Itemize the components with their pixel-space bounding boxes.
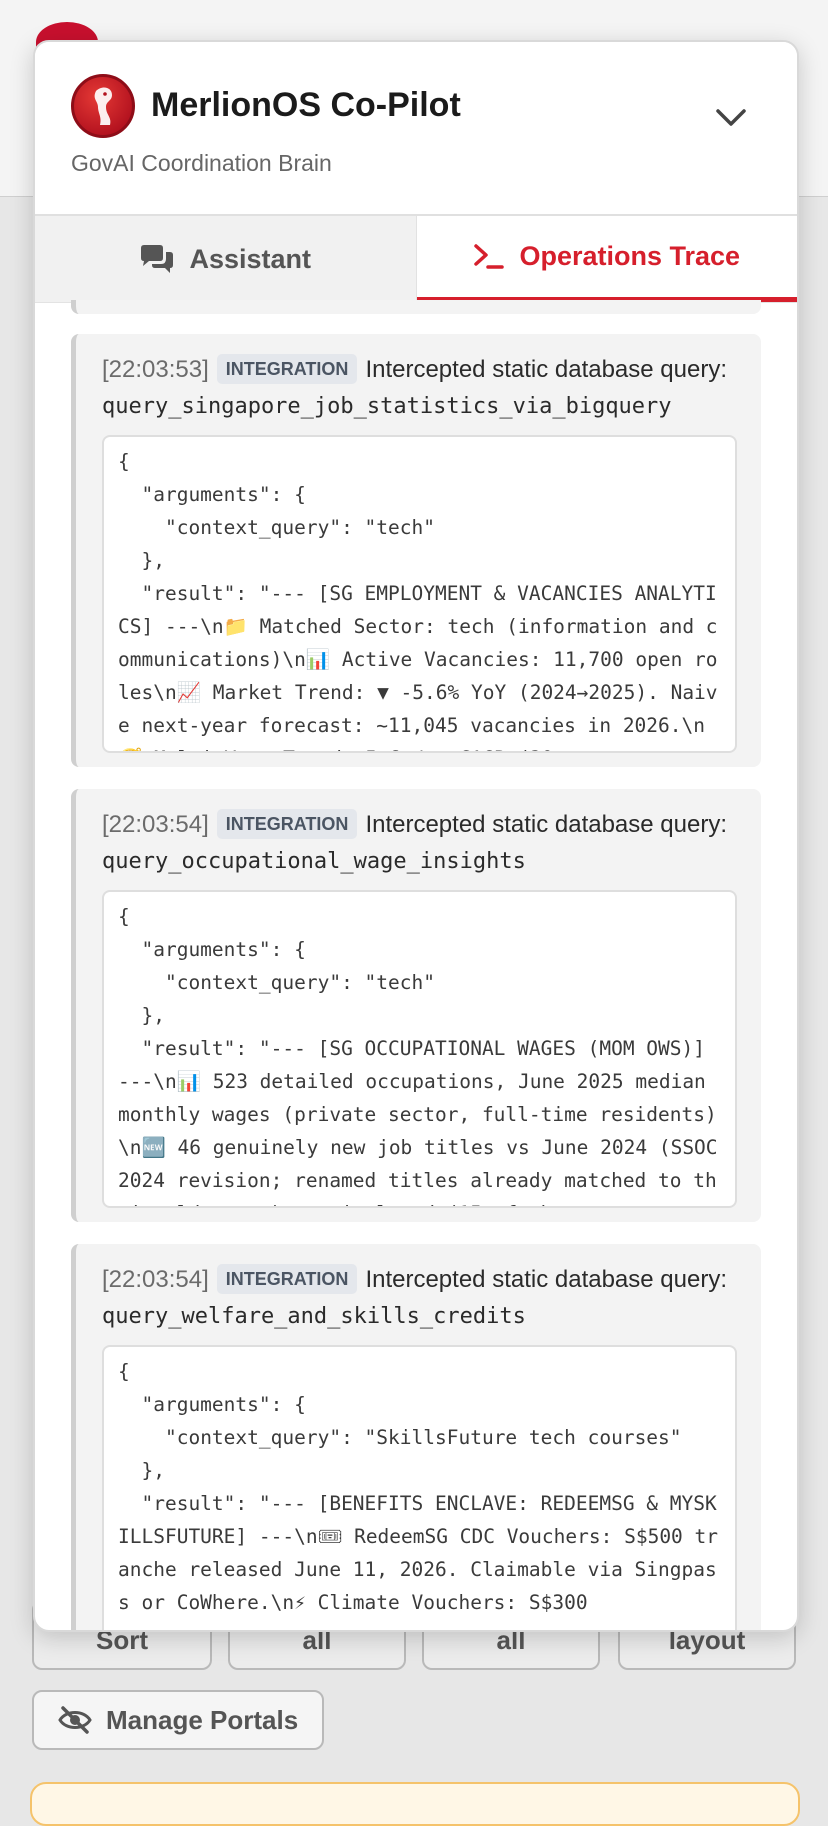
integration-badge: INTEGRATION [216,809,358,839]
integration-badge: INTEGRATION [216,354,358,384]
trace-entry: [22:03:53] INTEGRATION Intercepted static … [71,334,761,767]
tab-assistant-label: Assistant [189,243,312,274]
integration-badge: INTEGRATION [216,1264,358,1294]
tab-operations-trace-label: Operations Trace [519,241,741,271]
panel-title: MerlionOS Co-Pilot [151,86,461,124]
chevron-down-icon[interactable] [715,108,747,128]
tab-operations-trace[interactable]: Operations Trace [416,216,797,302]
trace-payload[interactable]: { "arguments": { "context_query": "Skill… [102,1345,737,1630]
panel-tabs: Assistant Operations Trace [35,216,797,303]
merlion-avatar [71,74,135,138]
trace-entry: [22:03:54] INTEGRATION Intercepted static … [71,789,761,1222]
trace-entry-header: [22:03:54] INTEGRATION Intercepted static … [102,1262,737,1335]
eye-slash-icon [58,1706,92,1734]
operations-trace-list[interactable]: [22:03:53] INTEGRATION Intercepted static … [35,300,797,1630]
trace-function-name: query_occupational_wage_insights [102,849,526,874]
trace-message: Intercepted static database query: [365,356,727,383]
tab-assistant[interactable]: Assistant [35,216,417,302]
trace-timestamp: [22:03:53] [102,356,209,383]
merlion-icon [94,87,112,125]
trace-message: Intercepted static database query: [365,1266,727,1293]
trace-function-name: query_welfare_and_skills_credits [102,1304,526,1329]
trace-function-name: query_singapore_job_statistics_via_bigqu… [102,394,672,419]
trace-message: Intercepted static database query: [365,811,727,838]
panel-header: MerlionOS Co-Pilot GovAI Coordination Br… [35,42,797,216]
trace-payload[interactable]: { "arguments": { "context_query": "tech"… [102,890,737,1208]
trace-entry-partial [71,300,761,314]
background-banner [30,1782,800,1826]
manage-portals-label: Manage Portals [106,1704,299,1735]
copilot-panel: MerlionOS Co-Pilot GovAI Coordination Br… [33,40,799,1632]
trace-payload[interactable]: { "arguments": { "context_query": "tech"… [102,435,737,753]
manage-portals-button[interactable]: Manage Portals [32,1690,324,1750]
chat-bubbles-icon [141,245,174,273]
trace-timestamp: [22:03:54] [102,811,209,838]
terminal-prompt-icon [474,243,505,269]
trace-entry-header: [22:03:54] INTEGRATION Intercepted static … [102,807,737,880]
trace-entry: [22:03:54] INTEGRATION Intercepted static … [71,1244,761,1630]
panel-subtitle: GovAI Coordination Brain [71,150,332,176]
trace-timestamp: [22:03:54] [102,1266,209,1293]
trace-entry-header: [22:03:53] INTEGRATION Intercepted static … [102,352,737,425]
